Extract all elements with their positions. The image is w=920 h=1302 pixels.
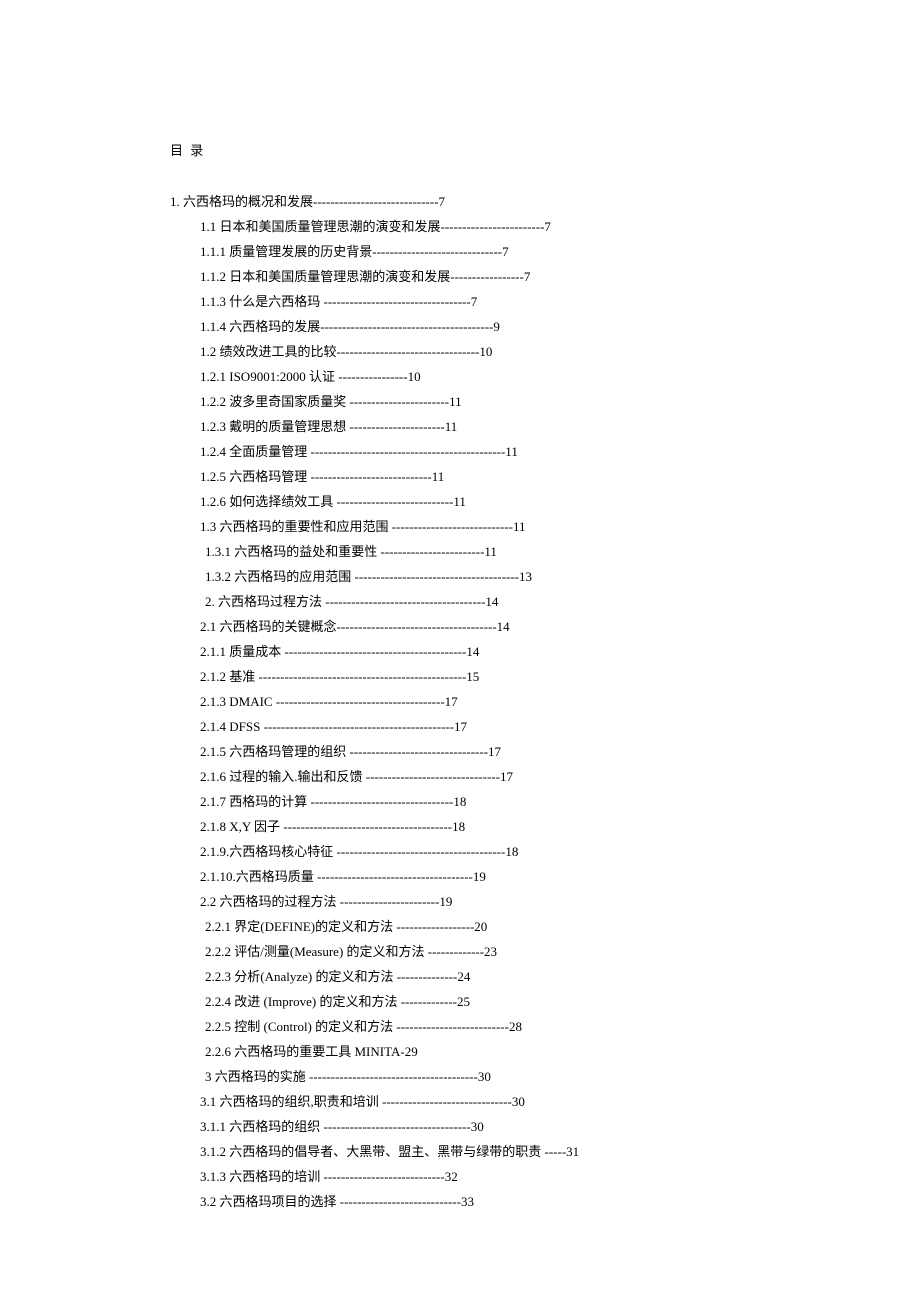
toc-entry: 1.3.1 六西格玛的益处和重要性 ----------------------… bbox=[170, 539, 750, 564]
toc-entry: 2.1 六西格玛的关键概念---------------------------… bbox=[170, 614, 750, 639]
toc-entry: 1.3 六西格玛的重要性和应用范围 ----------------------… bbox=[170, 514, 750, 539]
toc-entry: 2.2.3 分析(Analyze) 的定义和方法 --------------2… bbox=[170, 964, 750, 989]
toc-entry: 3.1.1 六西格玛的组织 --------------------------… bbox=[170, 1114, 750, 1139]
toc-entry: 1.3.2 六西格玛的应用范围 ------------------------… bbox=[170, 564, 750, 589]
toc-entry: 3.1.2 六西格玛的倡导者、大黑带、盟主、黑带与绿带的职责 -----31 bbox=[170, 1139, 750, 1164]
toc-entry: 2.2.5 控制 (Control) 的定义和方法 --------------… bbox=[170, 1014, 750, 1039]
page-content: 目 录 1. 六西格玛的概况和发展-----------------------… bbox=[0, 0, 920, 1274]
toc-entry: 1.1.4 六西格玛的发展---------------------------… bbox=[170, 314, 750, 339]
toc-list: 1. 六西格玛的概况和发展---------------------------… bbox=[170, 189, 750, 1214]
toc-entry: 2.1.4 DFSS -----------------------------… bbox=[170, 714, 750, 739]
toc-entry: 1.2.2 波多里奇国家质量奖 -----------------------1… bbox=[170, 389, 750, 414]
toc-entry: 2.1.5 六西格玛管理的组织 ------------------------… bbox=[170, 739, 750, 764]
toc-entry: 2.1.7 西格玛的计算 ---------------------------… bbox=[170, 789, 750, 814]
toc-entry: 2.2.2 评估/测量(Measure) 的定义和方法 ------------… bbox=[170, 939, 750, 964]
toc-entry: 2. 六西格玛过程方法 ----------------------------… bbox=[170, 589, 750, 614]
toc-title: 目 录 bbox=[170, 140, 750, 159]
toc-entry: 1.1.3 什么是六西格玛 --------------------------… bbox=[170, 289, 750, 314]
toc-entry: 2.1.9.六西格玛核心特征 -------------------------… bbox=[170, 839, 750, 864]
toc-entry: 2.1.2 基准 -------------------------------… bbox=[170, 664, 750, 689]
toc-entry: 2.1.3 DMAIC ----------------------------… bbox=[170, 689, 750, 714]
toc-entry: 1.2.3 戴明的质量管理思想 ----------------------11 bbox=[170, 414, 750, 439]
toc-entry: 1.2 绩效改进工具的比较---------------------------… bbox=[170, 339, 750, 364]
toc-entry: 2.1.10.六西格玛质量 --------------------------… bbox=[170, 864, 750, 889]
toc-entry: 2.1.8 X,Y 因子 ---------------------------… bbox=[170, 814, 750, 839]
toc-entry: 2.2 六西格玛的过程方法 -----------------------19 bbox=[170, 889, 750, 914]
toc-entry: 1.1.1 质量管理发展的历史背景-----------------------… bbox=[170, 239, 750, 264]
toc-entry: 1.1.2 日本和美国质量管理思潮的演变和发展-----------------… bbox=[170, 264, 750, 289]
toc-entry: 1.2.1 ISO9001:2000 认证 ----------------10 bbox=[170, 364, 750, 389]
toc-entry: 3.1.3 六西格玛的培训 --------------------------… bbox=[170, 1164, 750, 1189]
toc-entry: 2.1.6 过程的输入.输出和反馈 ----------------------… bbox=[170, 764, 750, 789]
toc-entry: 2.1.1 质量成本 -----------------------------… bbox=[170, 639, 750, 664]
toc-entry: 3.1 六西格玛的组织,职责和培训 ----------------------… bbox=[170, 1089, 750, 1114]
toc-entry: 2.2.1 界定(DEFINE)的定义和方法 -----------------… bbox=[170, 914, 750, 939]
toc-entry: 2.2.6 六西格玛的重要工具 MINITA-29 bbox=[170, 1039, 750, 1064]
toc-entry: 1.2.5 六西格玛管理 ---------------------------… bbox=[170, 464, 750, 489]
toc-entry: 3.2 六西格玛项目的选择 --------------------------… bbox=[170, 1189, 750, 1214]
toc-entry: 1.2.6 如何选择绩效工具 -------------------------… bbox=[170, 489, 750, 514]
toc-entry: 1. 六西格玛的概况和发展---------------------------… bbox=[170, 189, 750, 214]
toc-entry: 2.2.4 改进 (Improve) 的定义和方法 -------------2… bbox=[170, 989, 750, 1014]
toc-entry: 3 六西格玛的实施 ------------------------------… bbox=[170, 1064, 750, 1089]
toc-entry: 1.1 日本和美国质量管理思潮的演变和发展-------------------… bbox=[170, 214, 750, 239]
toc-entry: 1.2.4 全面质量管理 ---------------------------… bbox=[170, 439, 750, 464]
